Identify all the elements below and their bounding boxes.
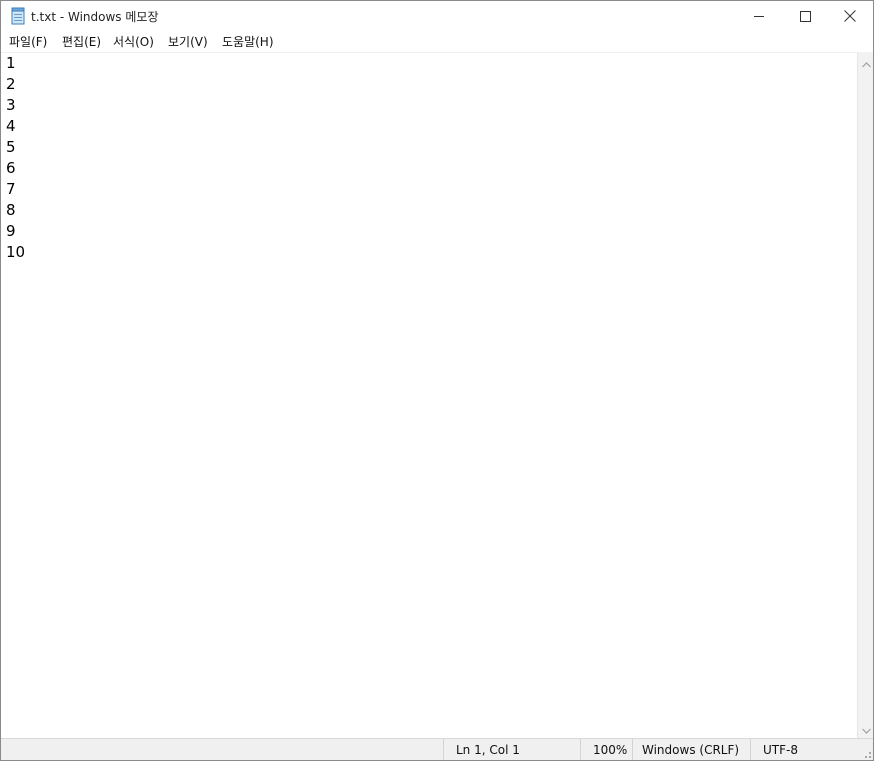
resize-grip-icon[interactable]	[860, 748, 872, 760]
chevron-down-icon	[861, 719, 871, 738]
minimize-icon	[753, 7, 765, 26]
menu-file[interactable]: 파일(F)	[9, 33, 47, 50]
text-line: 3	[6, 96, 16, 114]
text-line: 4	[6, 117, 16, 135]
status-encoding: UTF-8	[750, 739, 860, 760]
status-cursor-position: Ln 1, Col 1	[443, 739, 583, 760]
chevron-up-icon	[861, 53, 871, 72]
text-line: 5	[6, 138, 16, 156]
text-line: 9	[6, 222, 16, 240]
text-editor[interactable]: 1 2 3 4 5 6 7 8 9 10	[1, 52, 857, 739]
vertical-scrollbar[interactable]	[857, 52, 873, 738]
close-button[interactable]	[827, 1, 873, 31]
menu-help[interactable]: 도움말(H)	[222, 33, 274, 50]
menu-bar: 파일(F) 편집(E) 서식(O) 보기(V) 도움말(H)	[1, 31, 873, 51]
scroll-down-button[interactable]	[858, 719, 873, 738]
text-line: 1	[6, 54, 16, 72]
menu-view[interactable]: 보기(V)	[168, 33, 208, 50]
window-title: t.txt - Windows 메모장	[31, 10, 159, 24]
text-line: 10	[6, 243, 26, 261]
status-zoom: 100%	[580, 739, 633, 760]
maximize-icon	[799, 7, 811, 26]
close-icon	[844, 7, 856, 26]
menu-format[interactable]: 서식(O)	[113, 33, 154, 50]
menu-edit[interactable]: 편집(E)	[62, 33, 101, 50]
notepad-window: t.txt - Windows 메모장 파일(F) 편집(E) 서식(O) 보기…	[0, 0, 874, 761]
scroll-up-button[interactable]	[858, 53, 873, 72]
maximize-button[interactable]	[782, 1, 828, 31]
text-line: 6	[6, 159, 16, 177]
notepad-icon	[10, 7, 26, 25]
text-line: 2	[6, 75, 16, 93]
text-line: 7	[6, 180, 16, 198]
status-bar: Ln 1, Col 1 100% Windows (CRLF) UTF-8	[1, 738, 873, 760]
status-line-ending: Windows (CRLF)	[632, 739, 750, 760]
text-line: 8	[6, 201, 16, 219]
minimize-button[interactable]	[736, 1, 782, 31]
title-bar[interactable]: t.txt - Windows 메모장	[1, 1, 873, 31]
